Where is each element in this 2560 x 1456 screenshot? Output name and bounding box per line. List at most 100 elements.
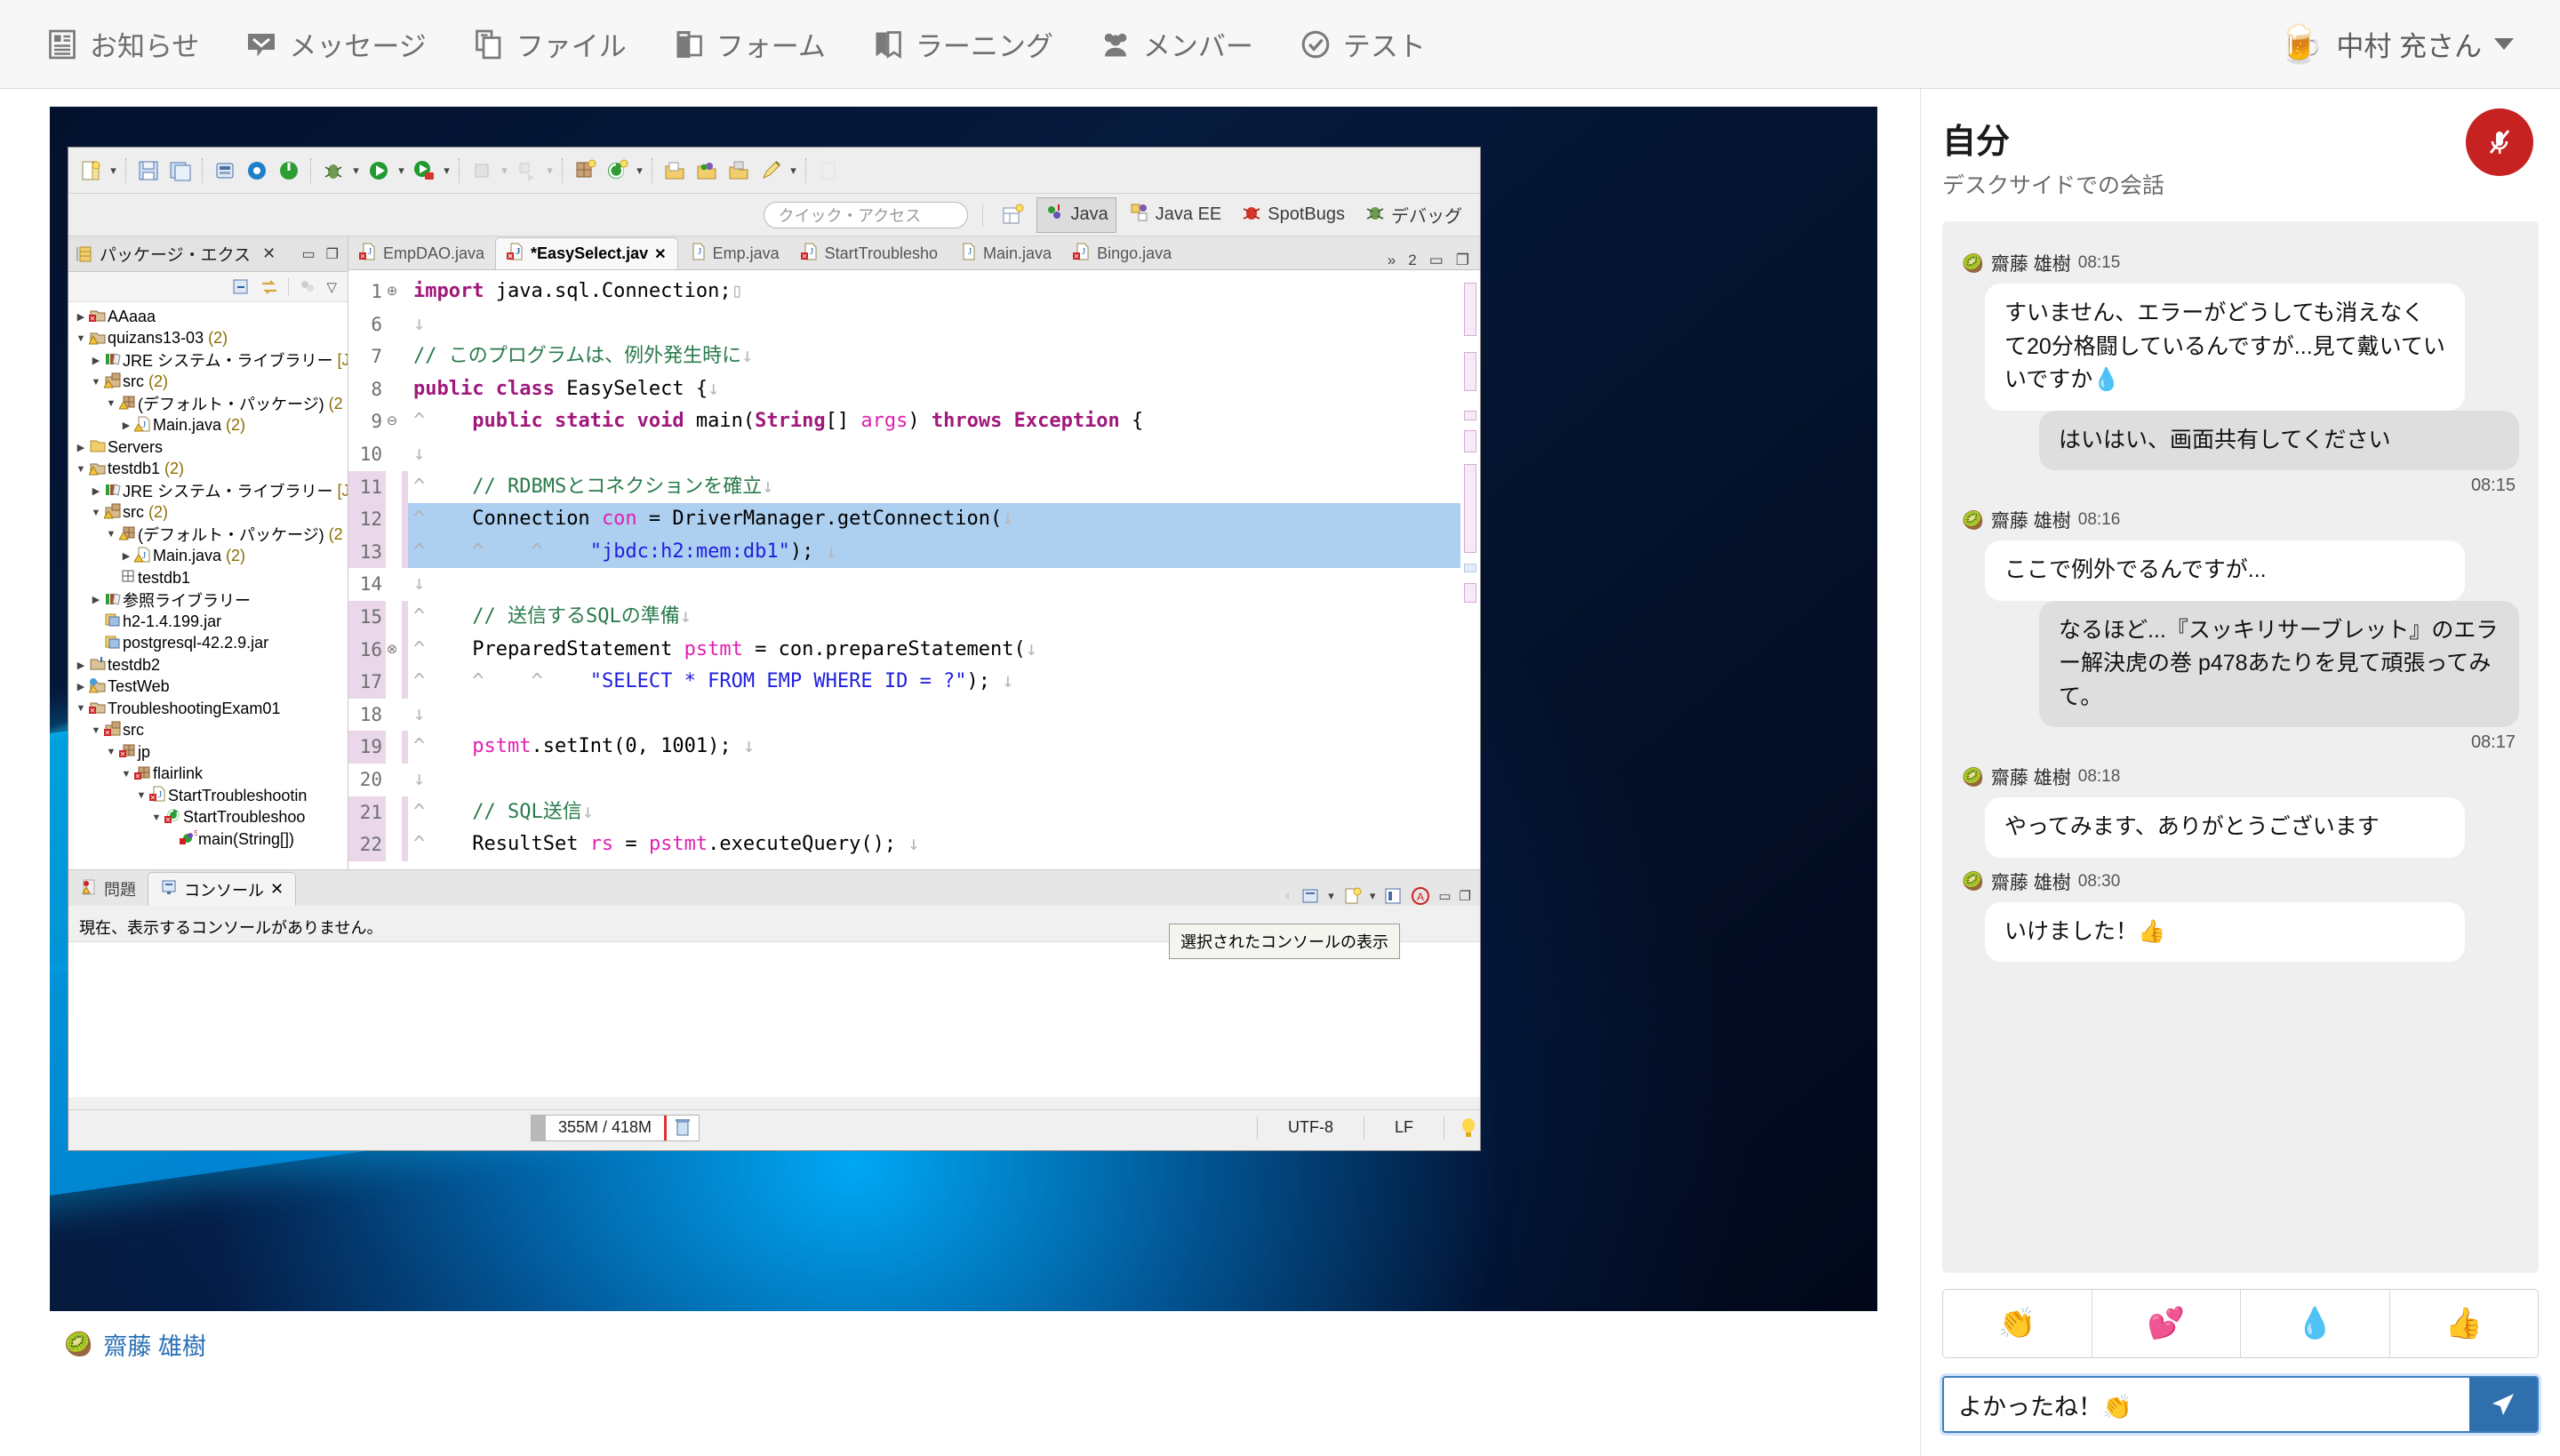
spring-boot-icon[interactable] xyxy=(242,154,272,188)
minimize-icon[interactable]: ▭ xyxy=(1438,888,1451,904)
new-dropdown-icon[interactable]: ▾ xyxy=(108,154,119,188)
shared-desktop[interactable]: ▾ ▾ ▾ ▾ ▾ ▾ ▾ ▾ クイック・アクセス Java Java EE S… xyxy=(50,107,1877,1311)
tree-expand-icon[interactable]: ▶ xyxy=(119,420,133,431)
code-line[interactable]: import java.sql.Connection;▯ xyxy=(408,276,1460,308)
code-line[interactable]: ↓ xyxy=(408,764,1460,796)
nav-item-5[interactable]: ラーニング xyxy=(849,0,1076,89)
user-menu[interactable]: 🍺 中村 充さん xyxy=(2277,24,2537,64)
tree-node[interactable]: ▼ (デフォルト・パッケージ) (2 xyxy=(68,524,348,546)
code-line[interactable]: ^ // SQL送信↓ xyxy=(408,796,1460,829)
open-resource-icon[interactable] xyxy=(724,154,754,188)
editor-tab[interactable]: J ✕ *EasySelect.jav ✕ xyxy=(495,237,678,269)
code-line[interactable]: ^ public static void main(String[] args)… xyxy=(408,405,1460,438)
tree-expand-collapse-icon[interactable]: ▼ xyxy=(89,377,103,388)
tree-node[interactable]: ▼ src (2) xyxy=(68,502,348,524)
code-line[interactable]: ↓ xyxy=(408,568,1460,601)
tree-node[interactable]: ▼ ✕ src xyxy=(68,720,348,742)
tree-expand-icon[interactable]: ▶ xyxy=(74,442,88,453)
tree-node[interactable]: Smain(String[]) xyxy=(68,828,348,851)
tree-node[interactable]: ▶ 参照ライブラリー xyxy=(68,589,348,612)
maximize-icon[interactable]: ❐ xyxy=(1460,888,1471,904)
code-line[interactable]: ^ ResultSet rs = pstmt.executeQuery(); ↓ xyxy=(408,828,1460,861)
tree-node[interactable]: ▶ J Main.java (2) xyxy=(68,415,348,437)
open-console-dropdown-icon[interactable]: ▾ xyxy=(1370,889,1376,903)
editor-tab[interactable]: J ✕ EmpDAO.java xyxy=(348,237,495,269)
send-button[interactable] xyxy=(2469,1378,2537,1431)
new-class-dropdown-icon[interactable]: ▾ xyxy=(634,154,645,188)
tree-node[interactable]: ▶ Servers xyxy=(68,436,348,459)
message-input[interactable] xyxy=(1944,1378,2469,1431)
run-external-dropdown-icon[interactable]: ▾ xyxy=(441,154,452,188)
tree-node[interactable]: ▼ ✕ StartTroubleshoo xyxy=(68,807,348,829)
mic-mute-button[interactable] xyxy=(2466,108,2533,176)
code-line[interactable]: ^ // 送信するSQLの準備↓ xyxy=(408,601,1460,634)
memory-indicator[interactable]: 355M / 418M xyxy=(531,1114,700,1141)
search-icon[interactable] xyxy=(692,154,722,188)
editor-tab[interactable]: J Main.java xyxy=(948,237,1062,269)
emoji-reaction-button-3[interactable]: 💧 xyxy=(2241,1290,2390,1357)
tree-node[interactable]: ▼ ✕ jp xyxy=(68,741,348,764)
code-line[interactable]: ↓ xyxy=(408,699,1460,732)
save-all-icon[interactable] xyxy=(165,154,196,188)
fold-marker[interactable]: ⊗ xyxy=(386,634,402,667)
fold-marker[interactable]: ⊖ xyxy=(386,405,402,438)
tree-expand-collapse-icon[interactable]: ▼ xyxy=(149,812,164,823)
tree-expand-collapse-icon[interactable]: ▼ xyxy=(104,747,118,757)
message-bubble-incoming[interactable]: いけました！👍 xyxy=(1985,901,2465,962)
eclipse-ide-window[interactable]: ▾ ▾ ▾ ▾ ▾ ▾ ▾ ▾ クイック・アクセス Java Java EE S… xyxy=(68,147,1481,1151)
close-icon[interactable]: ✕ xyxy=(654,245,666,263)
tree-node[interactable]: ▶ ✕ AAaaa xyxy=(68,306,348,328)
tree-node[interactable]: ▼ ✕ flairlink xyxy=(68,764,348,786)
console-output-area[interactable] xyxy=(68,941,1480,1097)
debug-dropdown-icon[interactable]: ▾ xyxy=(350,154,362,188)
project-tree[interactable]: ▶ ✕ AAaaa ▼ quizans13-03 (2) ▶ JRE システム・ライブラリー[… xyxy=(68,302,348,869)
folding-gutter[interactable]: ⊕ ⊖ ⊗ xyxy=(386,270,402,869)
code-editor[interactable]: 1 6 7 8 9 10 11 12 13 14 15 16 17 18 19 20 21 22 ⊕ ⊖ ⊗ impo… xyxy=(348,270,1480,869)
perspective-java-ee[interactable]: Java EE xyxy=(1122,198,1228,232)
fold-marker[interactable]: ⊕ xyxy=(386,276,402,308)
tree-node[interactable]: ▶ J Main.java (2) xyxy=(68,546,348,568)
editor-tab-overflow[interactable]: » 2 ▭ ❐ xyxy=(1388,252,1480,269)
overview-ruler[interactable] xyxy=(1460,270,1480,869)
tree-node[interactable]: postgresql-42.2.9.jar xyxy=(68,633,348,655)
run-dropdown-icon[interactable]: ▾ xyxy=(396,154,407,188)
tree-node[interactable]: ▶ JRE システム・ライブラリー [Ja xyxy=(68,349,348,372)
tree-expand-icon[interactable]: ▶ xyxy=(74,660,88,671)
editor-tab[interactable]: J ✕ Bingo.java xyxy=(1062,237,1182,269)
perspective-デバッグ[interactable]: デバッグ xyxy=(1357,198,1469,232)
message-bubble-incoming[interactable]: ここで例外でるんですが... xyxy=(1985,540,2465,601)
code-line[interactable]: ^ Connection con = DriverManager.getConn… xyxy=(408,503,1460,536)
maximize-icon[interactable]: ❐ xyxy=(326,245,339,263)
code-line[interactable]: ^ ^ ^ "jbdc:h2:mem:db1"); ↓ xyxy=(408,535,1460,569)
tree-expand-icon[interactable]: ▶ xyxy=(74,311,88,323)
annotation-dropdown-icon[interactable]: ▾ xyxy=(788,154,799,188)
code-line[interactable]: ^ ^ ^ "SELECT * FROM EMP WHERE ID = ?");… xyxy=(408,666,1460,699)
tree-node[interactable]: ▼ src (2) xyxy=(68,372,348,394)
run-icon[interactable] xyxy=(364,154,394,188)
nav-item-4[interactable]: フォーム xyxy=(650,0,849,89)
message-bubble-outgoing[interactable]: なるほど...『スッキリサーブレット』のエラー解決虎の巻 p478あたりを見て頑… xyxy=(2039,600,2519,727)
open-perspective-icon[interactable] xyxy=(997,198,1028,232)
tree-node[interactable]: testdb1 xyxy=(68,567,348,589)
message-bubble-outgoing[interactable]: はいはい、画面共有してください xyxy=(2039,410,2519,470)
emoji-reaction-button-1[interactable]: 👏 xyxy=(1943,1290,2092,1357)
open-type-icon[interactable] xyxy=(660,154,690,188)
message-list[interactable]: 🥝 齋藤 雄樹 08:15 すいません、エラーがどうしても消えなくて20分格闘している… xyxy=(1942,221,2539,1273)
editor-tab[interactable]: J Emp.java xyxy=(678,237,790,269)
code-line[interactable]: ^ // RDBMSとコネクションを確立↓ xyxy=(408,471,1460,504)
tree-expand-collapse-icon[interactable]: ▼ xyxy=(89,508,103,518)
tree-node[interactable]: ▶ JRE システム・ライブラリー [Ja xyxy=(68,480,348,502)
message-bubble-incoming[interactable]: すいません、エラーがどうしても消えなくて20分格闘しているんですが...見て戴い… xyxy=(1985,284,2465,411)
view-menu-icon[interactable]: ▽ xyxy=(326,279,337,295)
tree-expand-collapse-icon[interactable]: ▼ xyxy=(104,529,118,540)
overflow-chevrons-icon[interactable]: » xyxy=(1388,252,1396,269)
emoji-reaction-button-2[interactable]: 💕 xyxy=(2092,1290,2241,1357)
tree-expand-icon[interactable]: ▶ xyxy=(74,681,88,692)
tree-expand-collapse-icon[interactable]: ▼ xyxy=(74,464,88,475)
tree-node[interactable]: ▶ testdb2 xyxy=(68,654,348,676)
code-line[interactable]: ↓ xyxy=(408,438,1460,471)
code-line[interactable]: ↓ xyxy=(408,308,1460,341)
perspective-java[interactable]: Java xyxy=(1036,196,1116,233)
boot-dashboard-icon[interactable] xyxy=(274,154,304,188)
tree-node[interactable]: ▼ J ✕ StartTroubleshootin xyxy=(68,785,348,807)
